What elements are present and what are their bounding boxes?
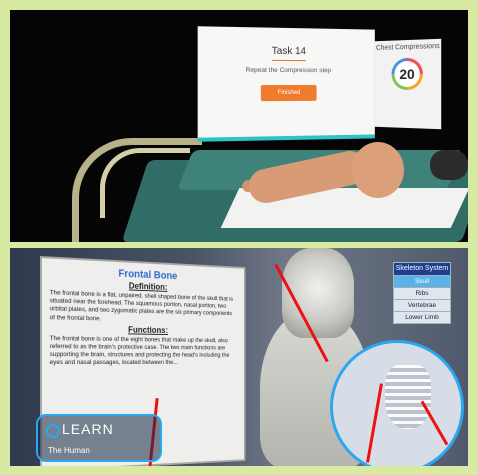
learn-title: LEARN	[62, 421, 114, 437]
definition-text: The frontal bone is a flat, unpaired, sh…	[49, 289, 233, 322]
menu-item-lower-limb[interactable]: Lower Limb	[394, 311, 450, 323]
cpr-scene-view: Task 14 Repeat the Compression step Fini…	[10, 10, 468, 242]
skeleton-system-menu: Skeleton System Skull Ribs Vertebrae Low…	[393, 262, 451, 324]
anatomy-scene-view: Frontal Bone Definition: The frontal bon…	[10, 248, 468, 466]
functions-text: The frontal bone is one of the eight bon…	[49, 334, 230, 367]
learn-ring-icon	[46, 424, 60, 438]
learn-subtitle: The Human	[48, 446, 90, 455]
compressions-progress-ring: 20	[391, 57, 423, 91]
task-title: Task 14	[271, 45, 307, 62]
menu-item-ribs[interactable]: Ribs	[394, 287, 450, 299]
infant-manikin-head	[352, 142, 404, 198]
pointer-ray	[420, 400, 449, 446]
skeleton-menu-title: Skeleton System	[394, 263, 450, 275]
ribcage-zoom-view	[330, 340, 464, 466]
task-card: Task 14 Repeat the Compression step Fini…	[197, 26, 375, 142]
compressions-count: 20	[394, 60, 420, 88]
menu-item-vertebrae[interactable]: Vertebrae	[394, 299, 450, 311]
background-object	[430, 150, 468, 180]
compressions-card: Chest Compressions 20	[374, 38, 442, 130]
ribcage-model	[385, 365, 431, 429]
compressions-title: Chest Compressions	[376, 42, 440, 52]
finished-button[interactable]: Finished	[260, 84, 317, 102]
pointer-ray	[366, 383, 383, 463]
learn-badge: LEARN The Human	[36, 414, 162, 462]
menu-item-skull[interactable]: Skull	[394, 275, 450, 287]
task-instruction: Repeat the Compression step	[245, 66, 332, 75]
